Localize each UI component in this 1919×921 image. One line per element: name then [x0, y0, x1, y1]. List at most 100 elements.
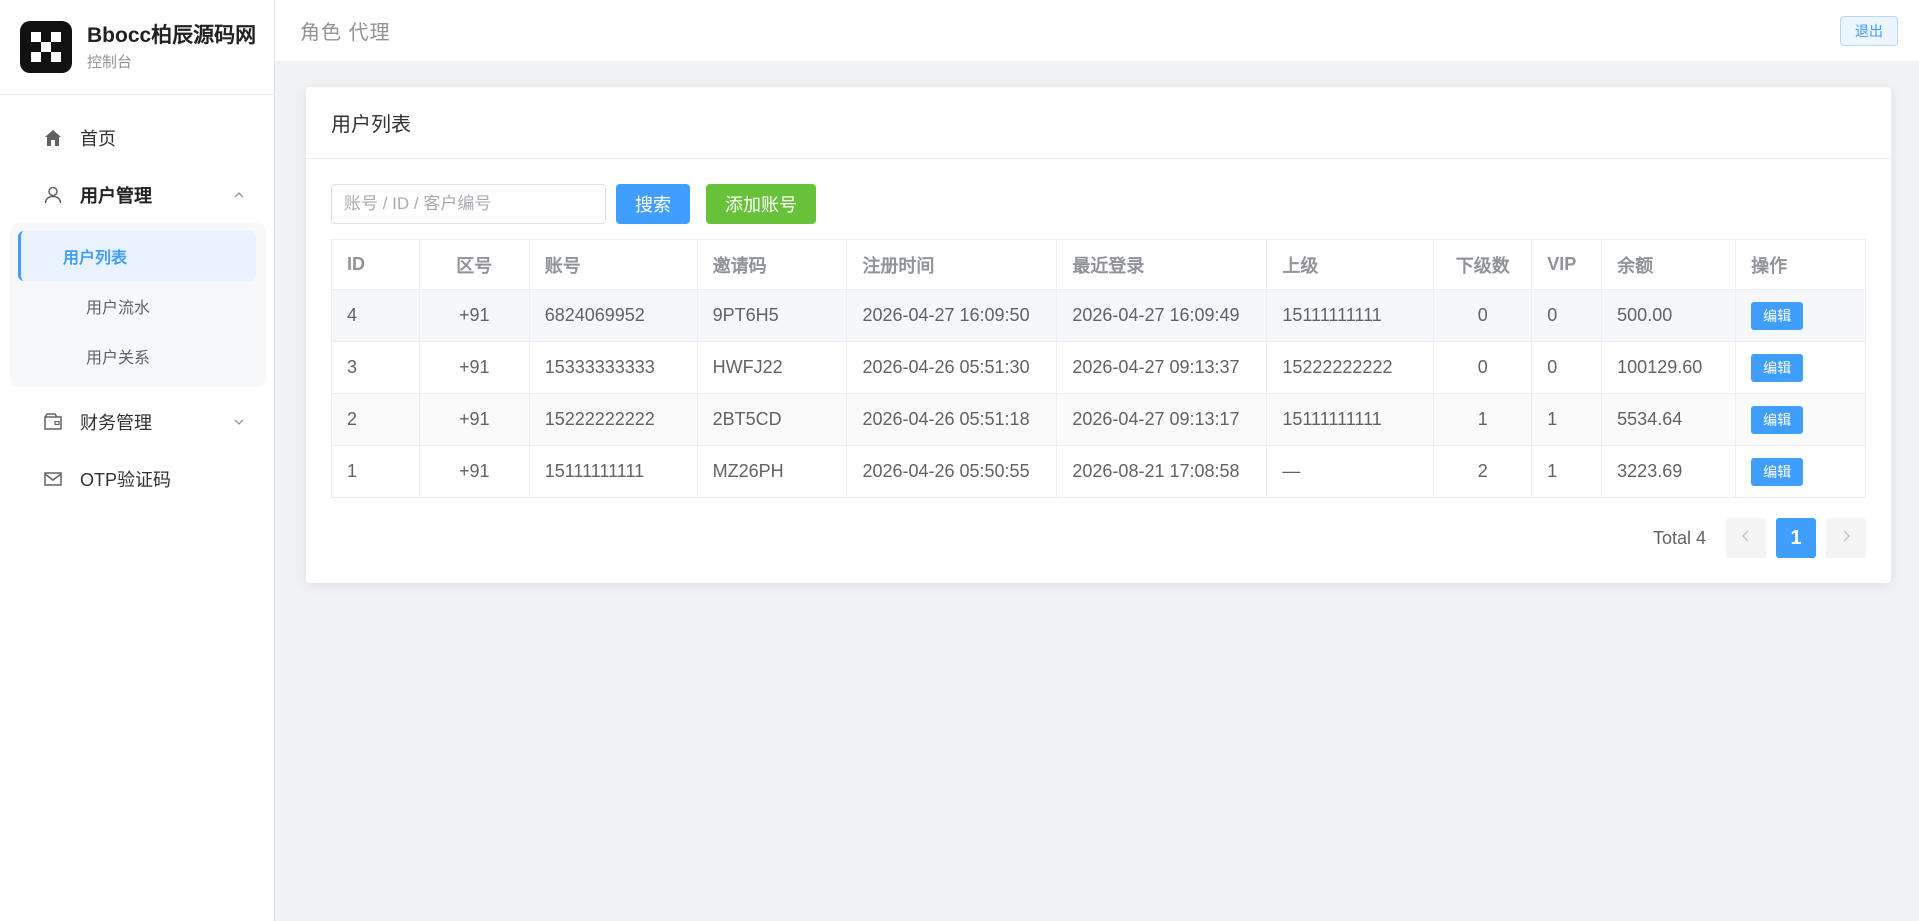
cell-vip: 0	[1531, 341, 1603, 394]
add-account-button[interactable]: 添加账号	[706, 184, 816, 224]
chevron-up-icon	[232, 188, 246, 202]
sidebar-item-label: 财务管理	[80, 412, 152, 433]
pagination-next-button[interactable]	[1826, 518, 1866, 558]
cell-registered: 2026-04-27 16:09:50	[846, 289, 1058, 342]
sidebar-item-home[interactable]: 首页	[0, 109, 274, 166]
cell-id: 3	[331, 341, 420, 394]
cell-parent: —	[1266, 445, 1435, 498]
user-icon	[42, 184, 64, 206]
brand-text: Bbocc柏辰源码网 控制台	[87, 23, 256, 72]
col-header-area: 区号	[418, 239, 530, 290]
user-list-card: 用户列表 搜索 添加账号	[306, 87, 1891, 583]
table-header-row: ID 区号 账号 邀请码 注册时间 最近登录 上级 下级数 VIP 余额 操作	[331, 239, 1866, 290]
brand-subtitle: 控制台	[87, 53, 133, 71]
cell-invite: 9PT6H5	[696, 289, 848, 342]
cell-vip: 0	[1531, 289, 1603, 342]
cell-area: +91	[418, 341, 530, 394]
col-header-invite: 邀请码	[696, 239, 848, 290]
cell-children: 2	[1433, 445, 1533, 498]
cell-registered: 2026-04-26 05:51:30	[846, 341, 1058, 394]
col-header-vip: VIP	[1531, 239, 1603, 290]
sidebar-item-user-management[interactable]: 用户管理	[0, 166, 274, 223]
cell-balance: 5534.64	[1601, 393, 1737, 446]
user-submenu: 用户列表 用户流水 用户关系	[10, 223, 266, 387]
home-icon	[42, 127, 64, 149]
table-row: 1 +91 15111111111 MZ26PH 2026-04-26 05:5…	[331, 445, 1866, 498]
chevron-down-icon	[232, 415, 246, 429]
search-input[interactable]	[331, 184, 606, 224]
pagination-page-button[interactable]: 1	[1776, 518, 1816, 558]
mail-icon	[42, 468, 64, 490]
brand-title: Bbocc柏辰源码网	[87, 23, 257, 47]
cell-vip: 1	[1531, 393, 1603, 446]
sidebar-menu: 首页 用户管理 用户列表 用户流水 用户关系 财务管理 OTP验证码	[0, 95, 274, 507]
sidebar-item-otp[interactable]: OTP验证码	[0, 450, 274, 507]
sidebar-item-finance[interactable]: 财务管理	[0, 393, 274, 450]
edit-button[interactable]: 编辑	[1751, 301, 1804, 330]
cell-last-login: 2026-04-27 16:09:49	[1056, 289, 1268, 342]
cell-parent: 15222222222	[1266, 341, 1435, 394]
toolbar: 搜索 添加账号	[331, 184, 1866, 224]
cell-parent: 15111111111	[1266, 289, 1435, 342]
cell-balance: 3223.69	[1601, 445, 1737, 498]
cell-id: 4	[331, 289, 420, 342]
col-header-account: 账号	[528, 239, 698, 290]
brand: Bbocc柏辰源码网 控制台	[0, 0, 274, 95]
table-row: 2 +91 15222222222 2BT5CD 2026-04-26 05:5…	[331, 393, 1866, 446]
cell-area: +91	[418, 289, 530, 342]
col-header-actions: 操作	[1735, 239, 1866, 290]
cell-area: +91	[418, 445, 530, 498]
cell-balance: 100129.60	[1601, 341, 1737, 394]
cell-account: 6824069952	[528, 289, 698, 342]
cell-actions: 编辑	[1735, 289, 1866, 342]
sidebar: Bbocc柏辰源码网 控制台 首页 用户管理 用户列表 用户流水 用户关系 财务…	[0, 0, 275, 921]
logout-button[interactable]: 退出	[1840, 15, 1898, 46]
cell-account: 15333333333	[528, 341, 698, 394]
cell-balance: 500.00	[1601, 289, 1737, 342]
cell-account: 15111111111	[528, 445, 698, 498]
search-button[interactable]: 搜索	[616, 184, 690, 224]
table-row: 4 +91 6824069952 9PT6H5 2026-04-27 16:09…	[331, 289, 1866, 342]
page-title: 角色 代理	[300, 22, 391, 44]
card-body: 搜索 添加账号 ID 区号 账号	[306, 159, 1891, 583]
cell-id: 1	[331, 445, 420, 498]
cell-vip: 1	[1531, 445, 1603, 498]
cell-actions: 编辑	[1735, 341, 1866, 394]
sidebar-item-label: 首页	[80, 128, 116, 149]
cell-id: 2	[331, 393, 420, 446]
cell-registered: 2026-04-26 05:50:55	[846, 445, 1058, 498]
edit-button[interactable]: 编辑	[1751, 457, 1804, 486]
sidebar-subitem-user-list[interactable]: 用户列表	[18, 231, 256, 281]
pagination-total: Total 4	[1652, 527, 1706, 548]
topbar: 角色 代理 退出	[275, 0, 1919, 62]
cell-children: 0	[1433, 289, 1533, 342]
logo-icon	[20, 21, 72, 73]
cell-actions: 编辑	[1735, 393, 1866, 446]
edit-button[interactable]: 编辑	[1751, 353, 1804, 382]
user-table: ID 区号 账号 邀请码 注册时间 最近登录 上级 下级数 VIP 余额 操作	[331, 239, 1866, 498]
cell-last-login: 2026-04-27 09:13:37	[1056, 341, 1268, 394]
pagination-prev-button[interactable]	[1726, 518, 1766, 558]
col-header-last-login: 最近登录	[1056, 239, 1268, 290]
cell-children: 0	[1433, 341, 1533, 394]
wallet-icon	[42, 411, 64, 433]
edit-button[interactable]: 编辑	[1751, 405, 1804, 434]
cell-parent: 15111111111	[1266, 393, 1435, 446]
sidebar-subitem-user-flow[interactable]: 用户流水	[18, 281, 256, 331]
cell-account: 15222222222	[528, 393, 698, 446]
content: 用户列表 搜索 添加账号	[275, 62, 1919, 583]
cell-children: 1	[1433, 393, 1533, 446]
chevron-left-icon	[1741, 529, 1751, 547]
app-root: Bbocc柏辰源码网 控制台 首页 用户管理 用户列表 用户流水 用户关系 财务…	[0, 0, 1919, 921]
cell-last-login: 2026-04-27 09:13:17	[1056, 393, 1268, 446]
sidebar-subitem-user-relation[interactable]: 用户关系	[18, 331, 256, 381]
cell-invite: HWFJ22	[696, 341, 848, 394]
cell-invite: MZ26PH	[696, 445, 848, 498]
table-row: 3 +91 15333333333 HWFJ22 2026-04-26 05:5…	[331, 341, 1866, 394]
col-header-balance: 余额	[1601, 239, 1737, 290]
sidebar-item-label: OTP验证码	[80, 469, 172, 490]
chevron-right-icon	[1841, 529, 1851, 547]
cell-invite: 2BT5CD	[696, 393, 848, 446]
col-header-registered: 注册时间	[846, 239, 1058, 290]
cell-area: +91	[418, 393, 530, 446]
